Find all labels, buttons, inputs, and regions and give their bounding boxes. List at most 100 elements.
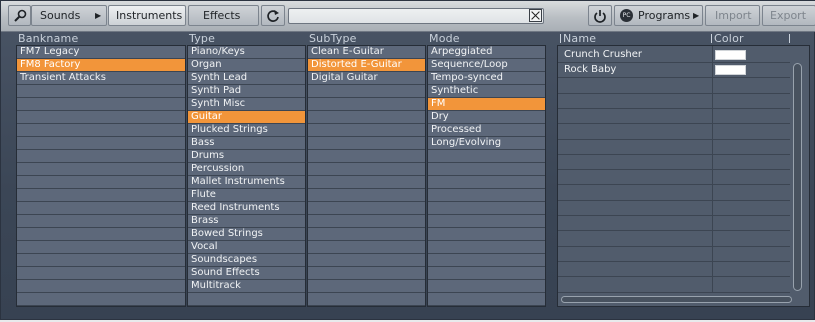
mode-item[interactable]: Tempo-synced <box>428 72 545 85</box>
mode-empty-row <box>428 241 545 254</box>
program-empty-row <box>558 201 790 216</box>
program-empty-row <box>558 216 790 232</box>
color-header[interactable]: Color <box>714 32 744 45</box>
bankname-item[interactable]: FM8 Factory <box>17 59 185 72</box>
sounds-button[interactable]: Sounds ▶ <box>31 5 107 26</box>
mode-empty-row <box>428 176 545 189</box>
bankname-empty-row <box>17 98 185 111</box>
clear-search-button[interactable] <box>529 9 542 22</box>
type-item[interactable]: Guitar <box>188 111 305 124</box>
type-item[interactable]: Synth Lead <box>188 72 305 85</box>
subtype-empty-row <box>308 280 425 293</box>
bankname-empty-row <box>17 124 185 137</box>
type-item[interactable]: Plucked Strings <box>188 124 305 137</box>
type-item[interactable]: Bowed Strings <box>188 228 305 241</box>
tab-effects[interactable]: Effects <box>188 5 259 26</box>
mode-empty-row <box>428 293 545 306</box>
mode-empty-row <box>428 280 545 293</box>
import-button[interactable]: Import <box>705 5 760 26</box>
tab-instruments[interactable]: Instruments <box>108 5 186 26</box>
bankname-item[interactable]: FM7 Legacy <box>17 46 185 59</box>
program-empty-row <box>558 140 790 155</box>
type-item[interactable]: Mallet Instruments <box>188 176 305 189</box>
type-item[interactable]: Vocal <box>188 241 305 254</box>
bankname-list: FM7 Legacy FM8 Factory Transient Attacks <box>16 45 186 307</box>
subtype-empty-row <box>308 85 425 98</box>
bankname-empty-row <box>17 137 185 150</box>
subtype-empty-row <box>308 267 425 280</box>
type-item[interactable]: Bass <box>188 137 305 150</box>
programs-label: Programs <box>638 9 691 22</box>
program-empty-row <box>558 278 790 293</box>
type-header: Type <box>189 32 216 45</box>
type-item[interactable]: Drums <box>188 150 305 163</box>
type-item[interactable]: Flute <box>188 189 305 202</box>
bankname-header: Bankname <box>18 32 79 45</box>
programs-button[interactable]: PC Programs ▶ <box>614 5 703 26</box>
subtype-empty-row <box>308 111 425 124</box>
subtype-list: Clean E-Guitar Distorted E-Guitar Digital … <box>307 45 426 307</box>
program-empty-row <box>558 125 790 140</box>
type-item[interactable]: Multitrack <box>188 280 305 293</box>
mode-item[interactable]: Arpeggiated <box>428 46 545 59</box>
program-empty-row <box>558 262 790 278</box>
power-button[interactable] <box>588 5 612 26</box>
program-empty-row <box>558 186 790 201</box>
subtype-item[interactable]: Digital Guitar <box>308 72 425 85</box>
type-item[interactable]: Organ <box>188 59 305 72</box>
type-item[interactable]: Brass <box>188 215 305 228</box>
type-item[interactable]: Reed Instruments <box>188 202 305 215</box>
program-name: Crunch Crusher <box>564 49 643 60</box>
program-empty-row <box>558 79 790 94</box>
type-item[interactable]: Synth Pad <box>188 85 305 98</box>
program-empty-row <box>558 109 790 125</box>
bankname-item[interactable]: Transient Attacks <box>17 72 185 85</box>
end-header-separator <box>789 34 790 43</box>
mode-item[interactable]: Long/Evolving <box>428 137 545 150</box>
program-empty-row <box>558 247 790 262</box>
search-input[interactable] <box>288 8 544 24</box>
color-header-separator <box>711 34 712 43</box>
search-toggle-button[interactable] <box>8 5 31 26</box>
subtype-item[interactable]: Clean E-Guitar <box>308 46 425 59</box>
bankname-empty-row <box>17 150 185 163</box>
type-item[interactable]: Piano/Keys <box>188 46 305 59</box>
instruments-label: Instruments <box>116 9 183 22</box>
bankname-empty-row <box>17 293 185 306</box>
mode-empty-row <box>428 215 545 228</box>
refresh-icon <box>267 10 279 22</box>
program-row[interactable]: Crunch Crusher <box>558 48 790 63</box>
subtype-empty-row <box>308 202 425 215</box>
subtype-empty-row <box>308 189 425 202</box>
export-button[interactable]: Export <box>762 5 815 26</box>
vertical-scrollbar[interactable] <box>793 63 802 291</box>
bankname-empty-row <box>17 267 185 280</box>
subtype-header: SubType <box>309 32 357 45</box>
power-icon <box>594 10 606 23</box>
program-row[interactable]: Rock Baby <box>558 63 790 79</box>
name-header[interactable]: Name <box>563 32 596 45</box>
type-item[interactable]: Percussion <box>188 163 305 176</box>
mode-item[interactable]: FM <box>428 98 545 111</box>
toolbar: Sounds ▶ Instruments Effects PC Programs <box>1 1 815 32</box>
type-item[interactable]: Soundscapes <box>188 254 305 267</box>
mode-empty-row <box>428 189 545 202</box>
programs-arrow-icon: ▶ <box>693 11 700 20</box>
mode-empty-row <box>428 163 545 176</box>
bankname-empty-row <box>17 254 185 267</box>
subtype-item[interactable]: Distorted E-Guitar <box>308 59 425 72</box>
mode-empty-row <box>428 254 545 267</box>
program-color-swatch[interactable] <box>715 65 746 76</box>
programs-list: Crunch Crusher Rock Baby <box>557 45 810 307</box>
mode-item[interactable]: Sequence/Loop <box>428 59 545 72</box>
refresh-button[interactable] <box>261 5 285 26</box>
bankname-empty-row <box>17 111 185 124</box>
mode-item[interactable]: Synthetic <box>428 85 545 98</box>
horizontal-scrollbar[interactable] <box>561 296 792 303</box>
type-item[interactable]: Sound Effects <box>188 267 305 280</box>
mode-item[interactable]: Dry <box>428 111 545 124</box>
subtype-empty-row <box>308 176 425 189</box>
type-item[interactable]: Synth Misc <box>188 98 305 111</box>
mode-item[interactable]: Processed <box>428 124 545 137</box>
program-color-swatch[interactable] <box>715 50 746 60</box>
